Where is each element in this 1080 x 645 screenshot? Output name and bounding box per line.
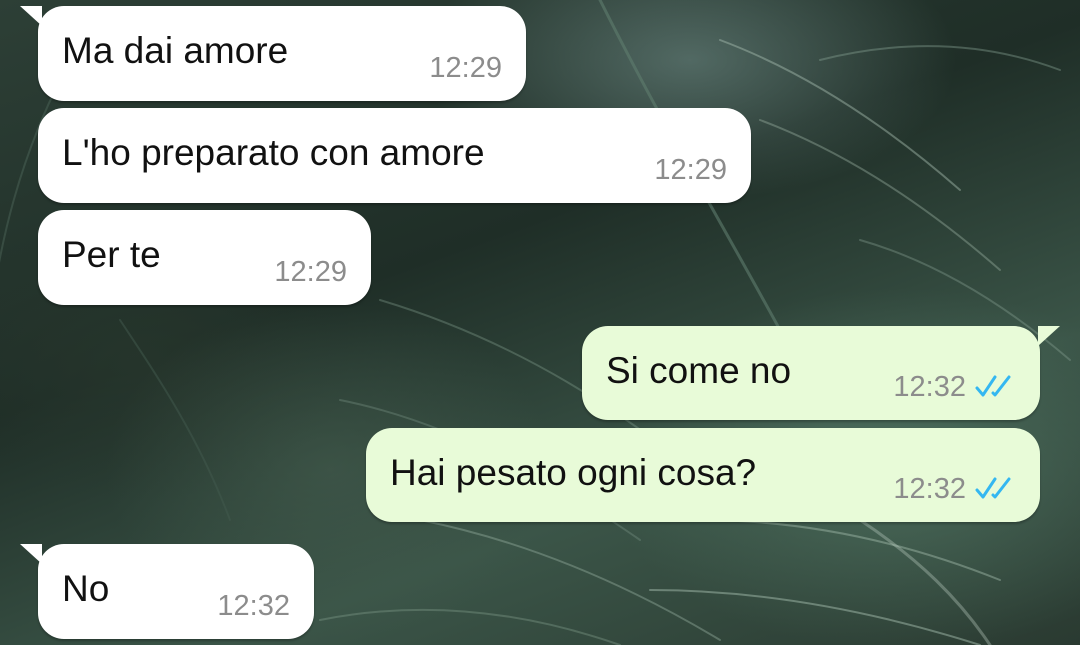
message-bubble-incoming[interactable]: Per te 12:29 <box>38 210 371 305</box>
bubble-tail <box>1038 326 1060 346</box>
message-text: Si come no <box>606 350 792 391</box>
message-timestamp: 12:29 <box>429 52 502 84</box>
message-timestamp: 12:32 <box>893 371 966 403</box>
bubble-tail <box>20 544 42 564</box>
message-timestamp: 12:29 <box>274 256 347 288</box>
message-bubble-outgoing[interactable]: Hai pesato ogni cosa? 12:32 <box>366 428 1040 522</box>
message-text: Per te <box>62 234 161 275</box>
message-bubble-incoming[interactable]: No 12:32 <box>20 544 314 639</box>
message-bubble-incoming[interactable]: L'ho preparato con amore 12:29 <box>38 108 751 203</box>
message-text: Hai pesato ogni cosa? <box>390 452 757 493</box>
message-bubble-incoming[interactable]: Ma dai amore 12:29 <box>20 6 526 101</box>
message-bubble-outgoing[interactable]: Si come no 12:32 <box>582 326 1060 420</box>
message-timestamp: 12:32 <box>217 590 290 622</box>
message-timestamp: 12:32 <box>893 473 966 505</box>
bubble-tail <box>20 6 42 26</box>
double-check-read-icon <box>975 477 1011 499</box>
message-text: No <box>62 568 110 609</box>
chat-area[interactable]: Ma dai amore 12:29 L'ho preparato con am… <box>0 0 1080 645</box>
double-check-read-icon <box>975 375 1011 397</box>
message-text: Ma dai amore <box>62 30 289 71</box>
message-timestamp: 12:29 <box>654 154 727 186</box>
message-text: L'ho preparato con amore <box>62 132 485 173</box>
